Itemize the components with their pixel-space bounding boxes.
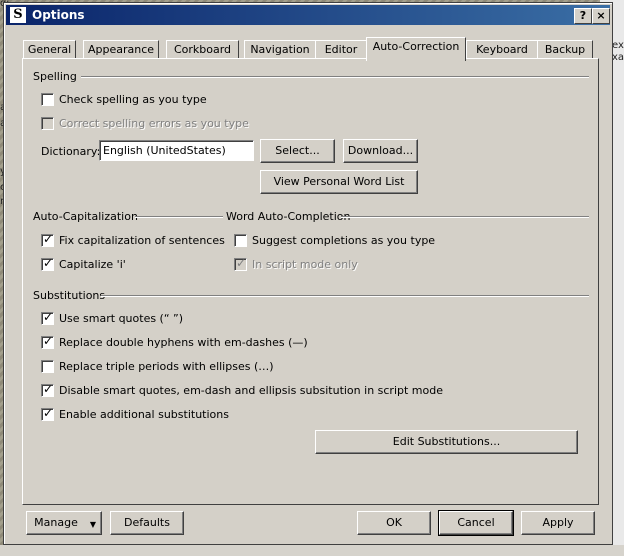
check-spelling-checkbox[interactable] [41,93,54,106]
tab-keyboard[interactable]: Keyboard [466,40,538,60]
edit-substitutions-button[interactable]: Edit Substitutions... [315,430,578,454]
tab-editor[interactable]: Editor [315,40,367,60]
correct-errors-label: Correct spelling errors as you type [59,117,249,130]
em-dash-label[interactable]: Replace double hyphens with em-dashes (—… [59,336,308,349]
dictionary-label: Dictionary: [41,145,101,158]
disable-in-script-mode-checkbox[interactable]: ✓ [41,383,54,397]
substitutions-heading: Substitutions [33,289,106,302]
defaults-button[interactable]: Defaults [110,511,184,535]
check-spelling-label[interactable]: Check spelling as you type [59,93,207,106]
capitalize-i-checkbox[interactable]: ✓ [41,257,54,271]
additional-substitutions-checkbox[interactable]: ✓ [41,407,54,421]
background-toolbar-strip [0,545,624,556]
dropdown-arrow-icon: ▼ [89,520,96,529]
window-title: Options [32,8,85,22]
word-auto-completion-divider [341,216,589,218]
title-bar[interactable]: S Options ? × [6,5,610,25]
auto-correction-panel: Spelling Check spelling as you type Corr… [22,58,599,505]
smart-quotes-checkbox[interactable]: ✓ [41,311,54,325]
manage-button[interactable]: Manage ▼ [26,511,102,535]
tab-general[interactable]: General [23,40,76,60]
spelling-heading: Spelling [33,70,77,83]
tab-backup[interactable]: Backup [537,40,593,60]
correct-errors-checkbox [41,117,54,130]
ok-button[interactable]: OK [357,511,431,535]
manage-label: Manage [34,516,78,529]
ellipses-checkbox[interactable] [41,360,54,373]
dictionary-field[interactable]: English (UnitedStates) [99,140,254,161]
script-mode-only-label: In script mode only [252,258,358,271]
suggest-completions-label[interactable]: Suggest completions as you type [252,234,435,247]
tab-auto-correction[interactable]: Auto-Correction [366,37,466,61]
em-dash-checkbox[interactable]: ✓ [41,335,54,349]
auto-capitalization-heading: Auto-Capitalization [33,210,138,223]
capitalize-i-label[interactable]: Capitalize 'i' [59,258,126,271]
fix-capitalization-checkbox[interactable]: ✓ [41,233,54,247]
download-dictionary-button[interactable]: Download... [343,139,418,163]
help-button[interactable]: ? [574,8,592,24]
view-personal-word-list-button[interactable]: View Personal Word List [260,170,418,194]
script-mode-only-checkbox: ✓ [234,256,247,271]
options-dialog: S Options ? × General Appearance Corkboa… [3,2,613,545]
select-dictionary-button[interactable]: Select... [260,139,335,163]
cancel-button[interactable]: Cancel [438,510,514,536]
close-icon[interactable]: × [592,8,610,24]
auto-capitalization-divider [135,216,223,218]
additional-substitutions-label[interactable]: Enable additional substitutions [59,408,229,421]
suggest-completions-checkbox[interactable] [234,234,247,247]
tab-navigation[interactable]: Navigation [244,40,316,60]
ellipses-label[interactable]: Replace triple periods with ellipses (…) [59,360,274,373]
background-text: ex [612,40,624,51]
app-logo-icon: S [10,7,26,23]
background-text: xa [612,52,624,63]
substitutions-divider [101,295,589,297]
spelling-divider [81,76,589,78]
smart-quotes-label[interactable]: Use smart quotes (“ ”) [59,312,183,325]
tab-appearance[interactable]: Appearance [83,40,159,60]
disable-in-script-mode-label[interactable]: Disable smart quotes, em-dash and ellips… [59,384,443,397]
tab-corkboard[interactable]: Corkboard [166,40,239,60]
word-auto-completion-heading: Word Auto-Completion [226,210,351,223]
fix-capitalization-label[interactable]: Fix capitalization of sentences [59,234,225,247]
apply-button[interactable]: Apply [521,511,595,535]
